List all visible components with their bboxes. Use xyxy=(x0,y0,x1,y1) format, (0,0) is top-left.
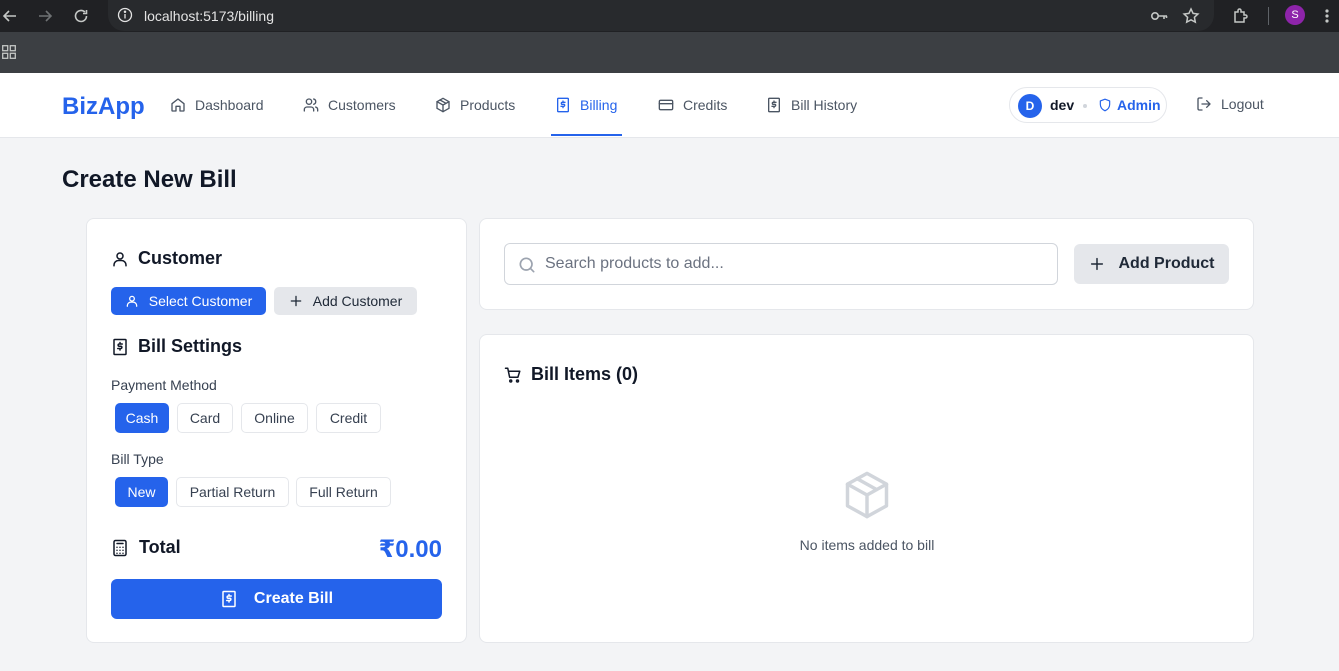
add-customer-button[interactable]: Add Customer xyxy=(274,287,417,315)
nav-billing[interactable]: Billing xyxy=(555,73,617,137)
nav-dashboard-label: Dashboard xyxy=(195,97,264,113)
select-customer-button[interactable]: Select Customer xyxy=(111,287,266,315)
bill-settings-heading: Bill Settings xyxy=(111,336,242,357)
user-role-label: Admin xyxy=(1117,97,1161,113)
site-info-icon[interactable] xyxy=(117,7,133,23)
browser-chrome: localhost:5173/billing S xyxy=(0,0,1339,73)
receipt-icon xyxy=(222,590,236,608)
nav-dashboard[interactable]: Dashboard xyxy=(170,73,264,137)
payment-method-label: Payment Method xyxy=(111,377,217,393)
user-badge[interactable]: D dev Admin xyxy=(1009,87,1167,123)
payment-option-card[interactable]: Card xyxy=(177,403,233,433)
user-role: Admin xyxy=(1098,97,1161,113)
customer-heading: Customer xyxy=(111,248,222,269)
separator-dot xyxy=(1083,104,1087,108)
nav-credits[interactable]: Credits xyxy=(658,73,727,137)
nav-bill-history-label: Bill History xyxy=(791,97,858,113)
nav-billing-label: Billing xyxy=(580,97,618,113)
nav-products-label: Products xyxy=(460,97,516,113)
add-customer-label: Add Customer xyxy=(312,293,403,309)
apps-grid-icon[interactable] xyxy=(2,45,16,59)
app-logo[interactable]: BizApp xyxy=(62,93,145,121)
search-input[interactable] xyxy=(545,244,1045,284)
payment-method-group: Cash Card Online Credit xyxy=(115,403,435,433)
cart-icon xyxy=(504,367,521,383)
active-tab-indicator xyxy=(551,134,622,136)
credit-card-icon xyxy=(658,99,674,111)
forward-icon[interactable] xyxy=(35,6,55,26)
payment-option-cash[interactable]: Cash xyxy=(115,403,169,433)
receipt-icon xyxy=(113,338,127,355)
bill-type-new[interactable]: New xyxy=(115,477,168,507)
menu-kebab-icon[interactable] xyxy=(1321,6,1333,26)
total-label: Total xyxy=(111,537,181,558)
add-product-label: Add Product xyxy=(1118,255,1215,272)
nav-credits-label: Credits xyxy=(683,97,728,113)
create-bill-button[interactable]: Create Bill xyxy=(111,579,442,619)
search-icon xyxy=(517,255,537,275)
users-icon xyxy=(303,98,319,112)
plus-icon xyxy=(290,295,302,307)
add-product-button[interactable]: Add Product xyxy=(1074,244,1229,284)
receipt-icon xyxy=(768,97,780,113)
extensions-puzzle-icon[interactable] xyxy=(1231,6,1251,26)
logout-button[interactable]: Logout xyxy=(1196,96,1264,112)
user-name: dev xyxy=(1050,97,1075,113)
nav-customers[interactable]: Customers xyxy=(303,73,396,137)
bill-type-partial-return[interactable]: Partial Return xyxy=(176,477,289,507)
customer-heading-label: Customer xyxy=(138,248,223,268)
nav-products[interactable]: Products xyxy=(435,73,515,137)
nav-bill-history[interactable]: Bill History xyxy=(766,73,857,137)
address-bar[interactable]: localhost:5173/billing xyxy=(108,0,1214,31)
bill-type-label: Bill Type xyxy=(111,451,164,467)
url-text: localhost:5173/billing xyxy=(144,8,274,24)
page-title: Create New Bill xyxy=(62,166,237,193)
payment-option-online[interactable]: Online xyxy=(241,403,308,433)
search-field[interactable] xyxy=(504,243,1058,285)
shield-icon xyxy=(1099,98,1111,112)
nav-customers-label: Customers xyxy=(328,97,396,113)
select-customer-label: Select Customer xyxy=(148,293,253,309)
profile-avatar[interactable]: S xyxy=(1285,5,1305,25)
receipt-icon xyxy=(557,97,569,113)
user-avatar: D xyxy=(1018,94,1042,118)
empty-state-text: No items added to bill xyxy=(799,537,935,553)
back-icon[interactable] xyxy=(0,6,20,26)
total-amount: ₹0.00 xyxy=(378,536,442,563)
bill-type-group: New Partial Return Full Return xyxy=(115,477,435,507)
bill-settings-heading-label: Bill Settings xyxy=(138,336,243,356)
logout-label: Logout xyxy=(1221,96,1264,112)
user-icon xyxy=(113,251,127,266)
toolbar-divider xyxy=(1268,7,1269,25)
bill-items-heading: Bill Items (0) xyxy=(504,364,638,385)
logout-icon xyxy=(1197,97,1211,111)
total-label-text: Total xyxy=(139,537,181,557)
payment-option-credit[interactable]: Credit xyxy=(316,403,381,433)
password-key-icon[interactable] xyxy=(1149,6,1169,26)
user-icon xyxy=(126,295,138,307)
bill-type-full-return[interactable]: Full Return xyxy=(296,477,391,507)
bill-items-heading-label: Bill Items (0) xyxy=(531,364,639,384)
create-bill-label: Create Bill xyxy=(253,590,334,607)
reload-icon[interactable] xyxy=(71,6,91,26)
home-icon xyxy=(171,98,185,112)
package-icon xyxy=(841,468,893,522)
bookmark-star-icon[interactable] xyxy=(1181,6,1201,26)
package-icon xyxy=(436,97,450,113)
plus-icon xyxy=(1090,257,1103,271)
calculator-icon xyxy=(113,539,127,556)
